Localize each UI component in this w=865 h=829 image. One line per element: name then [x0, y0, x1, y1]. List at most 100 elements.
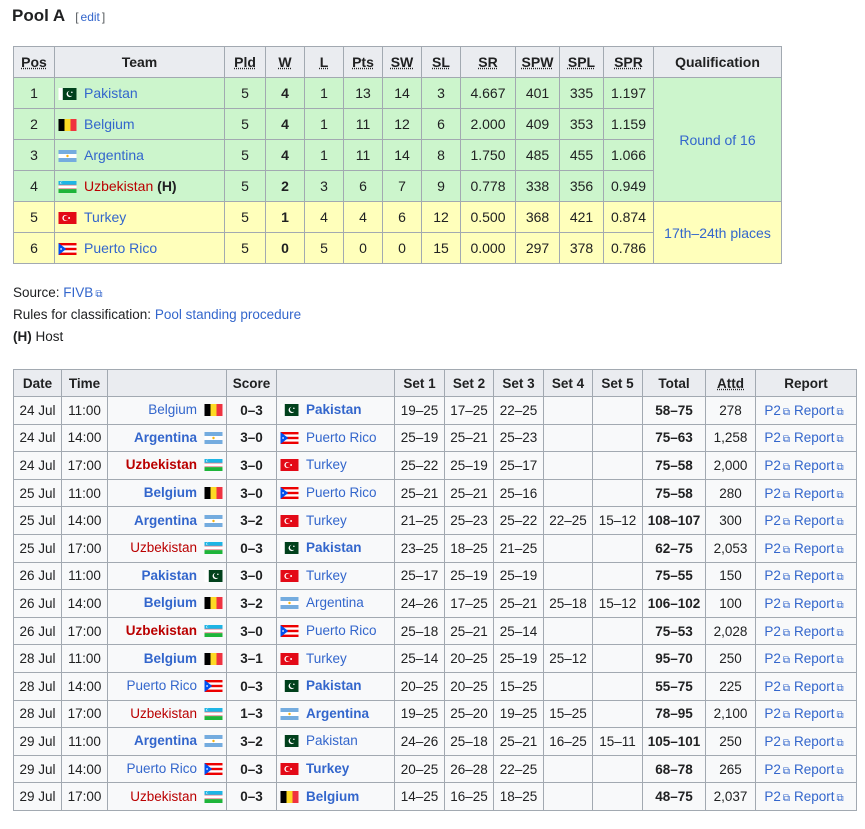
- home-team-link[interactable]: Pakistan: [141, 568, 197, 583]
- team-link[interactable]: Turkey: [84, 209, 126, 225]
- qualification-link[interactable]: Round of 16: [679, 132, 755, 148]
- col-pld[interactable]: Pld: [224, 46, 266, 78]
- p2-report-link[interactable]: P2 ⧉: [764, 679, 790, 694]
- away-team-link[interactable]: Pakistan: [306, 402, 362, 417]
- team-link[interactable]: Pakistan: [84, 85, 138, 101]
- home-team-link[interactable]: Puerto Rico: [126, 761, 197, 776]
- report-link[interactable]: Report ⧉: [794, 403, 844, 418]
- home-team-link[interactable]: Uzbekistan: [126, 457, 197, 472]
- home-team-link[interactable]: Uzbekistan: [130, 706, 197, 721]
- col-attd[interactable]: Attd: [705, 369, 756, 397]
- home-team-link[interactable]: Argentina: [134, 513, 197, 528]
- away-team-link[interactable]: Pakistan: [306, 540, 362, 555]
- set-cell: 19–25: [394, 396, 445, 425]
- report-link[interactable]: Report ⧉: [794, 513, 844, 528]
- p2-report-link[interactable]: P2 ⧉: [764, 541, 790, 556]
- attendance-cell: 280: [705, 478, 756, 508]
- p2-report-link[interactable]: P2 ⧉: [764, 486, 790, 501]
- score-cell: 3–2: [226, 727, 277, 756]
- source-link[interactable]: FIVB: [63, 285, 93, 300]
- col-l[interactable]: L: [304, 46, 344, 78]
- sw-cell: 0: [382, 232, 422, 264]
- away-team-link[interactable]: Puerto Rico: [306, 623, 377, 638]
- col-w[interactable]: W: [265, 46, 305, 78]
- report-link[interactable]: Report ⧉: [794, 486, 844, 501]
- p2-report-link[interactable]: P2 ⧉: [764, 403, 790, 418]
- col-spr[interactable]: SPR: [603, 46, 654, 78]
- home-team-link[interactable]: Uzbekistan: [126, 623, 197, 638]
- report-link[interactable]: Report ⧉: [794, 458, 844, 473]
- p2-report-link[interactable]: P2 ⧉: [764, 789, 790, 804]
- p2-report-link[interactable]: P2 ⧉: [764, 430, 790, 445]
- home-team-link[interactable]: Argentina: [134, 430, 197, 445]
- home-team-link[interactable]: Uzbekistan: [130, 789, 197, 804]
- p2-report-link[interactable]: P2 ⧉: [764, 568, 790, 583]
- report-link[interactable]: Report ⧉: [794, 596, 844, 611]
- pos-cell: 3: [13, 139, 55, 171]
- report-link[interactable]: Report ⧉: [794, 430, 844, 445]
- col-sr[interactable]: SR: [460, 46, 516, 78]
- col-spl[interactable]: SPL: [559, 46, 604, 78]
- col-home: [107, 369, 227, 397]
- rules-link[interactable]: Pool standing procedure: [155, 307, 301, 322]
- spl-cell: 335: [559, 77, 604, 109]
- team-link[interactable]: Puerto Rico: [84, 240, 157, 256]
- away-team-link[interactable]: Pakistan: [306, 733, 358, 748]
- col-pts[interactable]: Pts: [343, 46, 383, 78]
- home-team-link[interactable]: Argentina: [134, 733, 197, 748]
- away-team-cell: Pakistan: [276, 727, 395, 756]
- qualification-link[interactable]: 17th–24th places: [664, 225, 771, 241]
- home-team-link[interactable]: Belgium: [144, 595, 197, 610]
- team-link[interactable]: Belgium: [84, 116, 135, 132]
- report-link[interactable]: Report ⧉: [794, 734, 844, 749]
- report-link[interactable]: Report ⧉: [794, 762, 844, 777]
- away-team-link[interactable]: Turkey: [306, 513, 347, 528]
- set-cell: 25–18: [394, 616, 445, 646]
- away-team-link[interactable]: Turkey: [306, 568, 347, 583]
- report-link[interactable]: Report ⧉: [794, 789, 844, 804]
- col-sw[interactable]: SW: [382, 46, 422, 78]
- away-team-link[interactable]: Turkey: [306, 651, 347, 666]
- away-team-link[interactable]: Argentina: [306, 595, 364, 610]
- p2-report-link[interactable]: P2 ⧉: [764, 513, 790, 528]
- sl-cell: 9: [421, 170, 461, 202]
- away-team-link[interactable]: Turkey: [306, 457, 347, 472]
- p2-report-link[interactable]: P2 ⧉: [764, 706, 790, 721]
- report-link[interactable]: Report ⧉: [794, 651, 844, 666]
- home-team-link[interactable]: Puerto Rico: [126, 678, 197, 693]
- away-team-link[interactable]: Belgium: [306, 789, 359, 804]
- external-link-icon: ⧉: [782, 489, 790, 501]
- p2-report-link[interactable]: P2 ⧉: [764, 651, 790, 666]
- away-team-link[interactable]: Pakistan: [306, 678, 362, 693]
- report-link[interactable]: Report ⧉: [794, 541, 844, 556]
- home-team-link[interactable]: Uzbekistan: [130, 540, 197, 555]
- home-team-link[interactable]: Belgium: [148, 402, 197, 417]
- p2-report-link[interactable]: P2 ⧉: [764, 624, 790, 639]
- report-link[interactable]: Report ⧉: [794, 624, 844, 639]
- match-row: 24 Jul 17:00 Uzbekistan 3–0 Turkey 25–22 25–19…: [13, 451, 857, 480]
- p2-report-link[interactable]: P2 ⧉: [764, 734, 790, 749]
- report-cell: P2 ⧉ Report ⧉: [755, 699, 857, 729]
- home-team-link[interactable]: Belgium: [144, 651, 197, 666]
- time-cell: 14:00: [61, 589, 108, 618]
- report-link[interactable]: Report ⧉: [794, 679, 844, 694]
- away-team-link[interactable]: Turkey: [306, 761, 349, 776]
- col-pos[interactable]: Pos: [13, 46, 55, 78]
- edit-link[interactable]: edit: [81, 10, 100, 24]
- away-team-link[interactable]: Argentina: [306, 706, 369, 721]
- team-link[interactable]: Argentina: [84, 147, 144, 163]
- report-link[interactable]: Report ⧉: [794, 568, 844, 583]
- l-cell: 1: [304, 108, 344, 140]
- total-cell: 68–78: [642, 754, 706, 784]
- away-team-link[interactable]: Puerto Rico: [306, 430, 377, 445]
- score-cell: 3–0: [226, 561, 277, 591]
- col-sl[interactable]: SL: [421, 46, 461, 78]
- col-spw[interactable]: SPW: [515, 46, 560, 78]
- p2-report-link[interactable]: P2 ⧉: [764, 458, 790, 473]
- team-link[interactable]: Uzbekistan: [84, 178, 153, 194]
- p2-report-link[interactable]: P2 ⧉: [764, 762, 790, 777]
- home-team-link[interactable]: Belgium: [144, 485, 197, 500]
- report-link[interactable]: Report ⧉: [794, 706, 844, 721]
- away-team-link[interactable]: Puerto Rico: [306, 485, 377, 500]
- p2-report-link[interactable]: P2 ⧉: [764, 596, 790, 611]
